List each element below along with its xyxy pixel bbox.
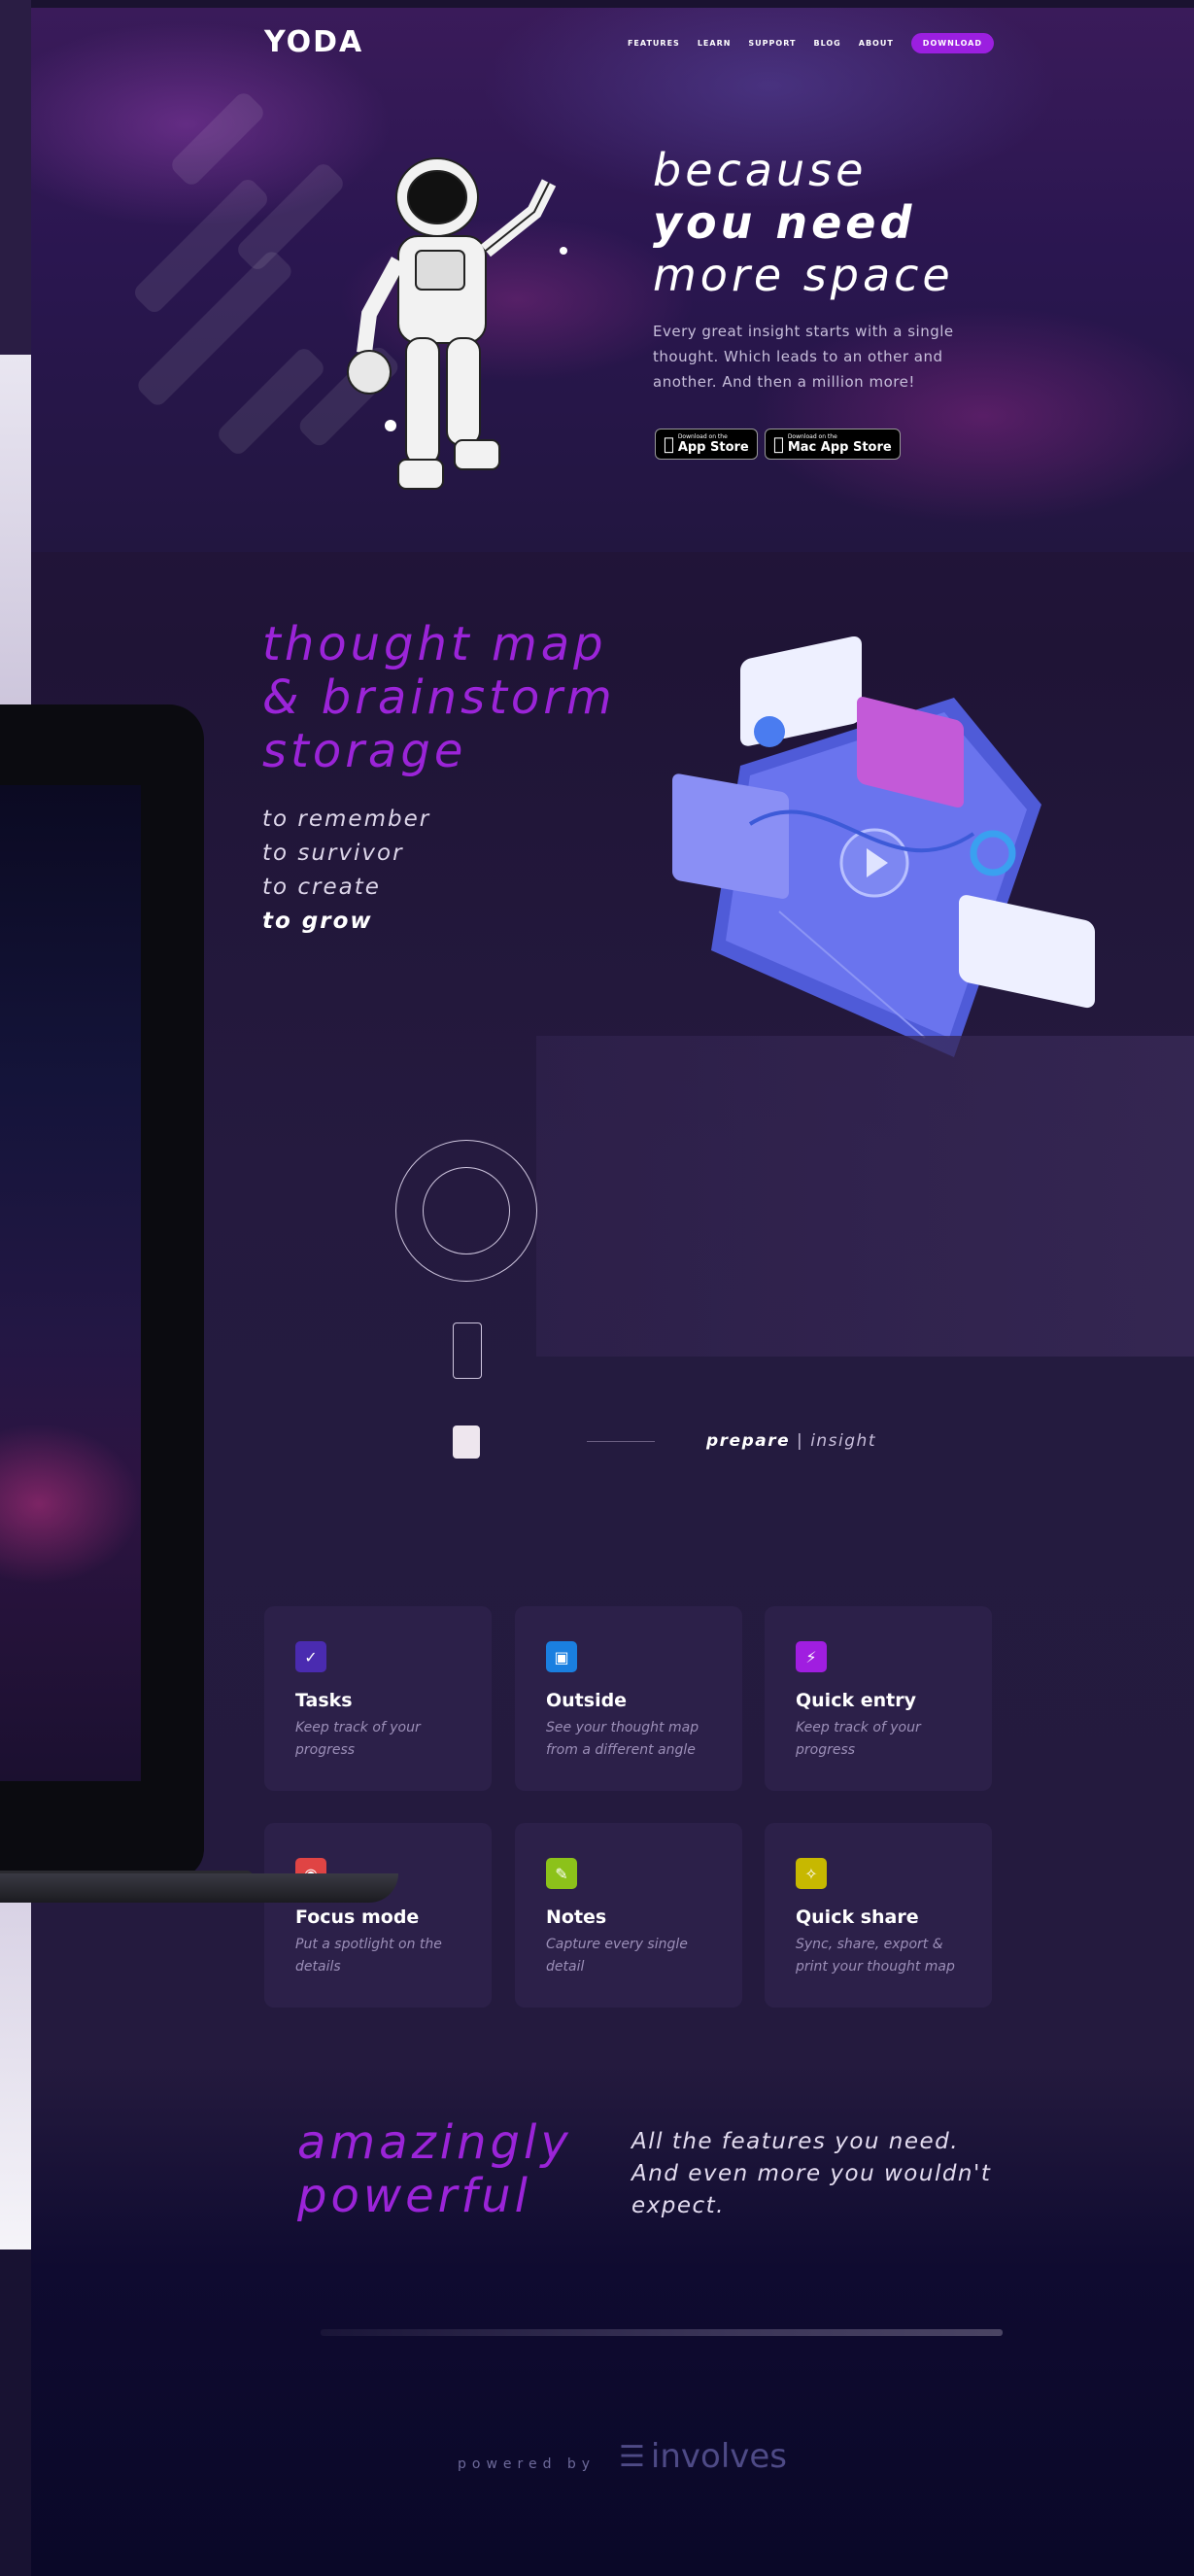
feature-title: Outside (546, 1690, 628, 1711)
title-line: powerful (297, 2169, 532, 2223)
preview-band (536, 1036, 1194, 1357)
feature-card-quick-entry: ⚡ Quick entry Keep track of your progres… (765, 1606, 992, 1791)
square-indicator[interactable] (453, 1425, 480, 1459)
nav-blog[interactable]: BLOG (813, 39, 840, 48)
tab-separator: | (797, 1431, 804, 1451)
hero-title-line: more space (653, 249, 954, 301)
share-icon: ✧ (796, 1858, 827, 1889)
astronaut-illustration (347, 157, 567, 490)
backdrop-top (0, 0, 31, 360)
download-button[interactable]: DOWNLOAD (910, 33, 994, 53)
tab-prepare[interactable]: prepare (706, 1431, 790, 1451)
nav-support[interactable]: SUPPORT (748, 39, 796, 48)
landing-page: YODA FEATURES LEARN SUPPORT BLOG ABOUT D… (31, 8, 1194, 2576)
feature-title: Tasks (295, 1690, 353, 1711)
tab-insight[interactable]: insight (810, 1431, 876, 1451)
phone-outline-icon[interactable] (453, 1322, 482, 1379)
backdrop-bottom (0, 2250, 31, 2576)
nav-features[interactable]: FEATURES (628, 39, 680, 48)
list-item: to create (262, 875, 381, 900)
brand-name: involves (650, 2437, 788, 2476)
hero-title: because you need more space (653, 144, 954, 301)
hero-title-line: because (653, 144, 868, 196)
mac-app-store-button[interactable]:  Download on the Mac App Store (765, 429, 901, 460)
apple-icon:  (664, 434, 674, 455)
apple-icon:  (773, 434, 784, 455)
bolt-icon: ⚡ (796, 1641, 827, 1672)
app-store-button[interactable]:  Download on the App Store (655, 429, 758, 460)
divider-line (587, 1441, 655, 1442)
feature-title: Notes (546, 1906, 607, 1928)
list-item: to grow (262, 909, 373, 934)
involves-icon: ☰ (619, 2439, 645, 2474)
feature-card-outside: ▣ Outside See your thought map from a di… (515, 1606, 742, 1791)
hero-title-line: you need (653, 196, 916, 249)
list-item: to survivor (262, 841, 404, 866)
feature-title: Focus mode (295, 1906, 420, 1928)
feature-card-quick-share: ✧ Quick share Sync, share, export & prin… (765, 1823, 992, 2008)
feature-desc: Sync, share, export & print your thought… (796, 1937, 955, 1975)
store-big-label: Mac App Store (777, 440, 892, 455)
title-line: thought map (262, 617, 607, 671)
feature-desc: Capture every single detail (546, 1937, 688, 1975)
check-icon: ✓ (295, 1641, 326, 1672)
laptop-screen (0, 785, 141, 1781)
feature-desc: Keep track of your progress (796, 1720, 921, 1758)
logo[interactable]: YODA (264, 25, 363, 59)
amazing-copy: All the features you need. And even more… (631, 2129, 992, 2218)
brand-logo[interactable]: ☰ involves (619, 2437, 787, 2476)
list-item: to remember (262, 807, 431, 832)
tab-switcher: prepare | insight (706, 1431, 876, 1451)
thought-map-title: thought map & brainstorm storage (262, 618, 616, 778)
title-line: storage (262, 724, 467, 778)
feature-desc: Put a spotlight on the details (295, 1937, 442, 1975)
nav-about[interactable]: ABOUT (859, 39, 894, 48)
feature-card-focus-mode: ◉ Focus mode Put a spotlight on the deta… (264, 1823, 492, 2008)
feature-desc: See your thought map from a different an… (546, 1720, 699, 1758)
cube-icon: ▣ (546, 1641, 577, 1672)
decor-stripe (168, 89, 267, 189)
title-line: & brainstorm (262, 670, 616, 725)
nav-learn[interactable]: LEARN (698, 39, 732, 48)
thought-map-list: to remember to survivor to create to gro… (262, 803, 430, 939)
store-big-label: App Store (667, 440, 749, 455)
feature-title: Quick entry (796, 1690, 916, 1711)
screen-glow (0, 1407, 141, 1601)
top-nav: FEATURES LEARN SUPPORT BLOG ABOUT DOWNLO… (628, 33, 994, 53)
hero-copy: Every great insight starts with a single… (653, 323, 954, 391)
scroll-progress-track (321, 2329, 1003, 2336)
note-icon: ✎ (546, 1858, 577, 1889)
ring-inner-icon (423, 1167, 510, 1254)
hero-section: YODA FEATURES LEARN SUPPORT BLOG ABOUT D… (31, 8, 1194, 552)
feature-card-notes: ✎ Notes Capture every single detail (515, 1823, 742, 2008)
powered-by-label: powered by (458, 2456, 597, 2472)
feature-card-tasks: ✓ Tasks Keep track of your progress (264, 1606, 492, 1791)
amazing-title: amazingly powerful (297, 2116, 572, 2223)
feature-desc: Keep track of your progress (295, 1720, 421, 1758)
feature-title: Quick share (796, 1906, 919, 1928)
laptop-base (0, 1873, 398, 1903)
title-line: amazingly (297, 2115, 572, 2170)
dashboard-illustration (672, 635, 1095, 1057)
